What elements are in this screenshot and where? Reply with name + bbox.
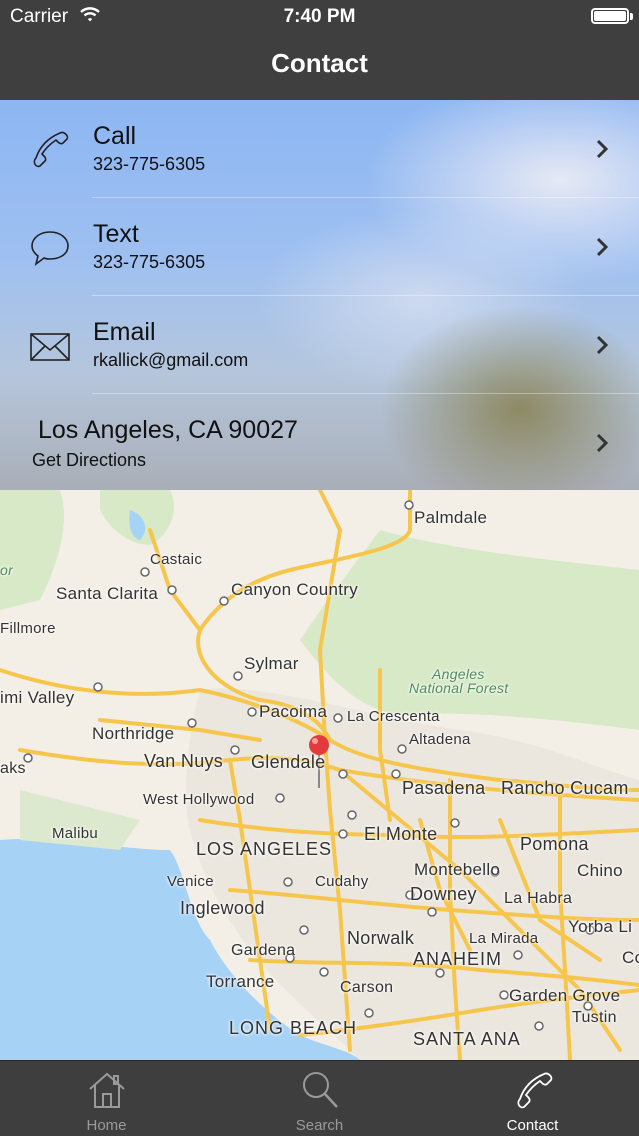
map-label: Torrance — [206, 972, 275, 991]
tab-search[interactable]: Search — [213, 1061, 426, 1136]
map-label: ANAHEIM — [413, 949, 503, 969]
map-label: Norwalk — [347, 928, 415, 948]
map-label: Pomona — [520, 834, 589, 854]
page-title: Contact — [271, 48, 368, 78]
map-label: LONG BEACH — [229, 1018, 358, 1038]
map-label: Glendale — [251, 752, 326, 772]
email-row[interactable]: Email rkallick@gmail.com — [0, 296, 639, 394]
search-icon — [303, 1072, 338, 1108]
map-label: Rancho Cucam — [501, 778, 629, 798]
map-label: LOS ANGELES — [196, 839, 333, 859]
map-label: Garden Grove — [509, 986, 621, 1005]
tab-bar: Home Search Contact — [0, 1060, 639, 1136]
map-label: Malibu — [52, 825, 98, 842]
tab-label: Search — [295, 1117, 344, 1134]
map-label: La Crescenta — [347, 708, 440, 725]
map-label: Montebello — [414, 860, 501, 879]
clock: 7:40 PM — [283, 6, 356, 27]
contact-list: Call 323-775-6305 Text 323-775-6305 Emai… — [0, 100, 639, 490]
tab-label: Home — [86, 1117, 127, 1134]
map-graphic — [0, 490, 639, 1060]
map-label: Chino — [577, 861, 623, 880]
text-label: Text — [93, 220, 139, 248]
map-label: imi Valley — [0, 688, 75, 707]
top-bar: Carrier 7:40 PM Contact — [0, 0, 639, 100]
home-icon — [89, 1072, 125, 1108]
chevron-right-icon — [596, 433, 609, 453]
phone-icon — [33, 131, 69, 168]
call-label: Call — [93, 122, 137, 150]
map-label: National Forest — [409, 680, 509, 696]
map-label: Inglewood — [180, 898, 265, 918]
tab-contact[interactable]: Contact — [426, 1061, 639, 1136]
map-label: La Mirada — [469, 930, 539, 947]
map-label: Canyon Country — [231, 580, 359, 599]
status-bar: Carrier 7:40 PM — [0, 0, 639, 34]
email-address: rkallick@gmail.com — [93, 350, 249, 370]
map-label: Venice — [167, 873, 214, 890]
map-label: Fillmore — [0, 620, 56, 637]
map-label: La Habra — [504, 890, 573, 907]
call-row[interactable]: Call 323-775-6305 — [0, 100, 639, 198]
map-label: Pasadena — [402, 778, 486, 798]
map-label: Northridge — [92, 724, 175, 743]
map-label: Altadena — [409, 731, 471, 748]
get-directions-label: Get Directions — [32, 450, 147, 470]
speech-bubble-icon — [31, 231, 69, 266]
directions-row[interactable]: Los Angeles, CA 90027 Get Directions — [0, 394, 639, 490]
map-label: Tustin — [572, 1009, 617, 1026]
map-label: Gardena — [231, 942, 296, 959]
map-label: Castaic — [150, 551, 203, 568]
tab-label: Contact — [506, 1117, 559, 1134]
map-label: Cudahy — [315, 873, 369, 890]
phone-icon — [517, 1072, 553, 1109]
chevron-right-icon — [596, 237, 609, 257]
map-label: SANTA ANA — [413, 1029, 521, 1049]
map-label: Yorba Li — [568, 917, 633, 936]
map-label: aks — [0, 760, 26, 777]
call-number: 323-775-6305 — [93, 154, 206, 174]
map-label: Santa Clarita — [56, 584, 159, 603]
map-label: Co — [622, 948, 639, 967]
map-label: or — [0, 562, 14, 578]
chevron-right-icon — [596, 139, 609, 159]
map-label: Palmdale — [414, 508, 488, 527]
map-view[interactable]: Palmdale Castaic Santa Clarita Canyon Co… — [0, 490, 639, 1060]
map-label: Van Nuys — [144, 751, 224, 771]
map-label: Carson — [340, 979, 394, 996]
chevron-right-icon — [596, 335, 609, 355]
map-label: El Monte — [364, 824, 438, 844]
text-row[interactable]: Text 323-775-6305 — [0, 198, 639, 296]
map-label: West Hollywood — [143, 791, 255, 808]
map-label: Downey — [410, 884, 477, 904]
map-label: Pacoima — [259, 702, 328, 721]
envelope-icon — [30, 333, 70, 361]
map-label: Sylmar — [244, 654, 299, 673]
tab-home[interactable]: Home — [0, 1061, 213, 1136]
address-label: Los Angeles, CA 90027 — [38, 416, 298, 444]
text-number: 323-775-6305 — [93, 252, 206, 272]
email-label: Email — [93, 318, 156, 346]
battery-icon — [591, 8, 633, 24]
